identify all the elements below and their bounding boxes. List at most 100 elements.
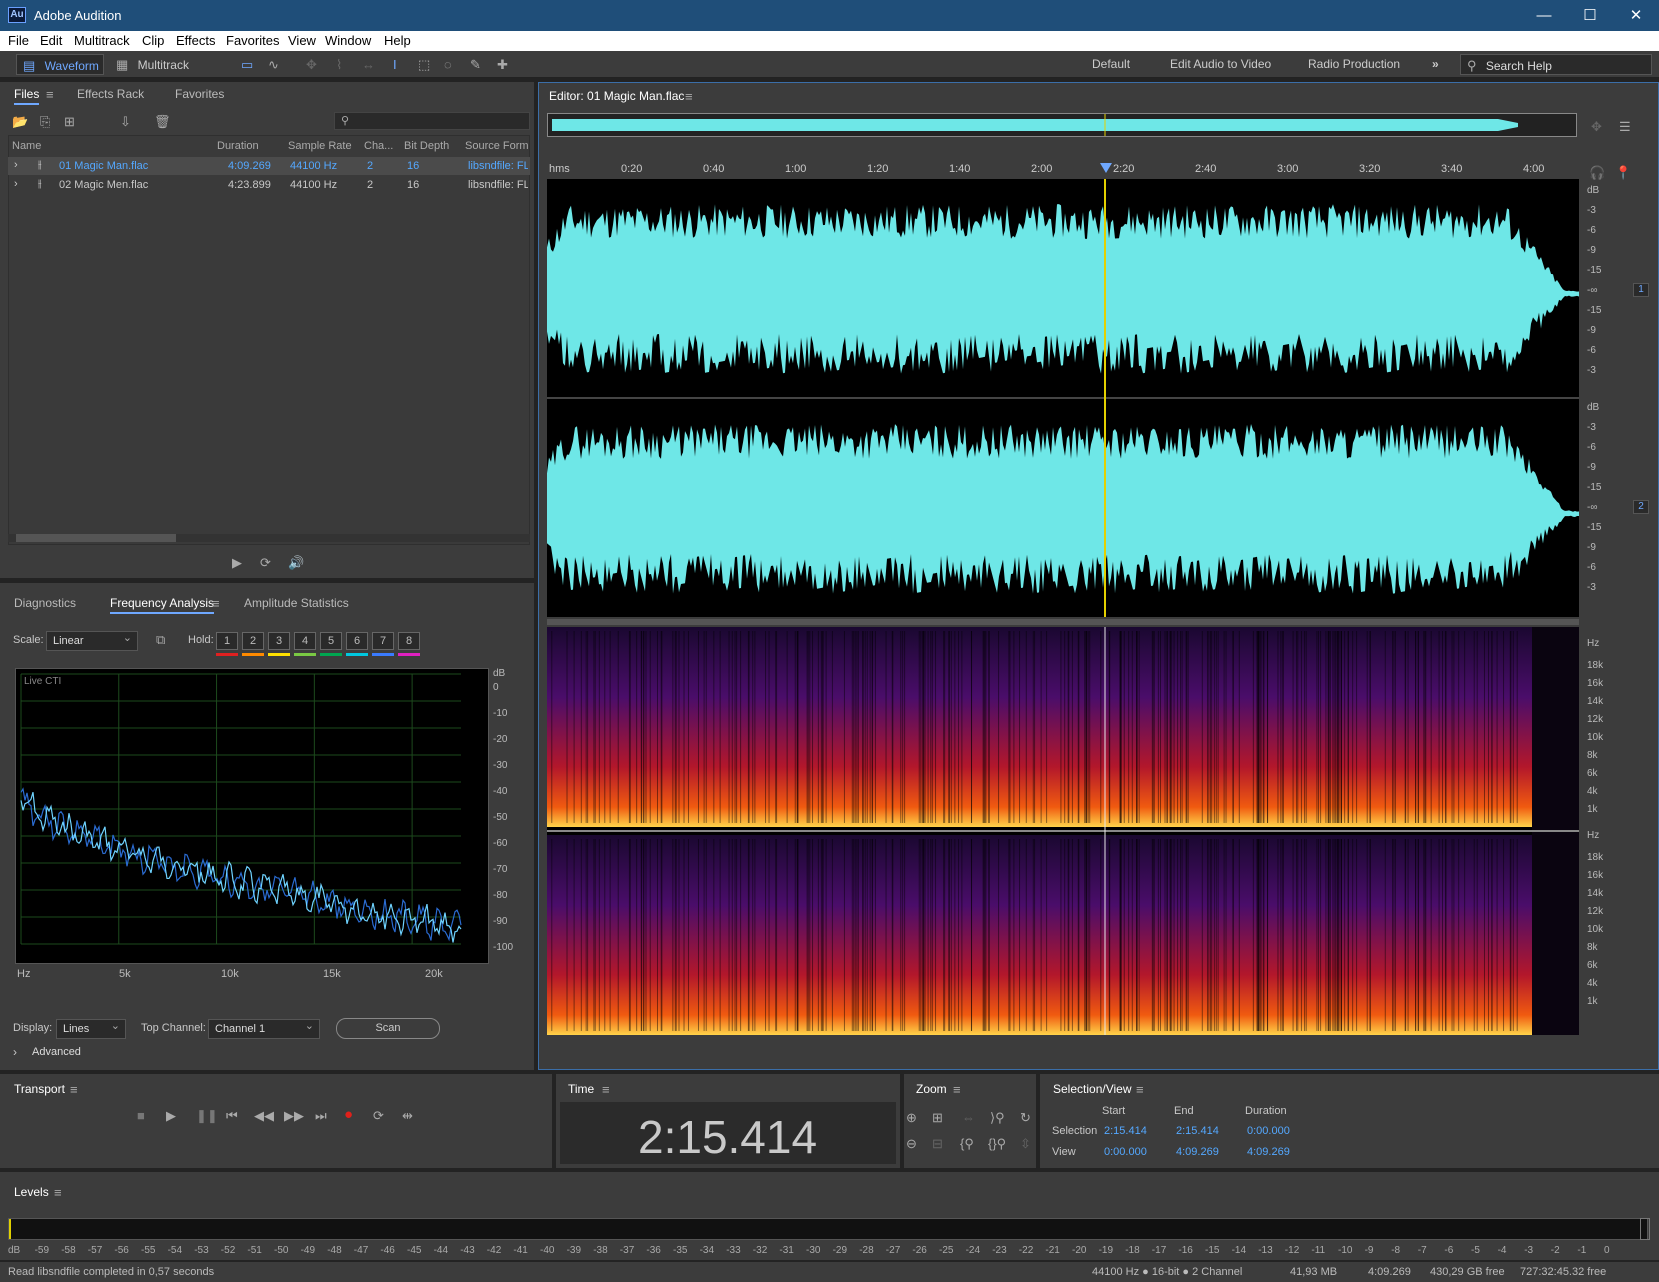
skip-to-end-icon[interactable]: ⏭ — [315, 1108, 327, 1124]
spectral-display-icon[interactable]: ▭ — [241, 54, 253, 75]
waveform-display[interactable] — [547, 179, 1579, 617]
file-name[interactable]: 02 Magic Men.flac — [59, 179, 148, 191]
expand-icon[interactable]: › — [14, 159, 18, 171]
hold-button[interactable]: 7 — [372, 632, 394, 650]
tab-files[interactable]: Files — [14, 87, 40, 105]
time-ruler[interactable]: hms 0:20 0:40 1:00 1:20 1:40 2:00 2:20 2:40 3:00 3… — [549, 163, 1579, 179]
menu-effects[interactable]: Effects — [176, 33, 216, 48]
horizontal-scrollbar[interactable] — [8, 534, 530, 542]
zoom-in-point-icon[interactable]: ⇔ — [962, 1110, 975, 1125]
expand-icon[interactable]: › — [14, 178, 18, 190]
zoom-reset-icon[interactable]: ↻ — [1020, 1110, 1031, 1126]
tab-frequency-analysis[interactable]: Frequency Analysis — [110, 596, 215, 614]
panel-menu-icon[interactable]: ≡ — [602, 1082, 610, 1097]
skip-to-start-icon[interactable]: ⏮ — [226, 1108, 238, 1124]
menu-help[interactable]: Help — [384, 33, 411, 48]
zoom-out-time-icon[interactable]: ⊟ — [932, 1136, 943, 1152]
autoplay-icon[interactable]: 🔊 — [288, 555, 304, 571]
display-splitter[interactable] — [547, 619, 1579, 625]
time-selection-tool-icon[interactable]: I — [393, 54, 397, 75]
loop-icon[interactable]: ⟳ — [260, 555, 271, 571]
brush-tool-icon[interactable]: ✎ — [470, 54, 481, 75]
close-button[interactable]: ✕ — [1613, 0, 1659, 31]
col-source-format[interactable]: Source Forma — [465, 140, 529, 152]
scrollbar-thumb[interactable] — [16, 534, 176, 542]
multitrack-view-button[interactable]: ▦ Multitrack — [112, 54, 196, 75]
skip-selection-icon[interactable]: ⇹ — [402, 1108, 413, 1124]
col-name[interactable]: Name — [12, 140, 41, 152]
channel-badge[interactable]: 2 — [1633, 500, 1649, 514]
menu-multitrack[interactable]: Multitrack — [74, 33, 130, 48]
hold-button[interactable]: 4 — [294, 632, 316, 650]
loop-playback-icon[interactable]: ⟳ — [373, 1108, 384, 1124]
view-start[interactable]: 0:00.000 — [1104, 1146, 1147, 1158]
workspace-default[interactable]: Default — [1092, 54, 1130, 75]
menu-file[interactable]: File — [8, 33, 29, 48]
panel-menu-icon[interactable]: ≡ — [212, 596, 220, 611]
zoom-in-amplitude-icon[interactable]: ⊕ — [906, 1110, 917, 1126]
view-end[interactable]: 4:09.269 — [1176, 1146, 1219, 1158]
channel-badge[interactable]: 1 — [1633, 283, 1649, 297]
overview-navigator[interactable] — [547, 113, 1577, 137]
delete-icon[interactable]: 🗑 — [154, 114, 171, 130]
pitch-display-icon[interactable]: ∿ — [268, 54, 279, 75]
col-bit-depth[interactable]: Bit Depth — [404, 140, 449, 152]
zoom-selection-icon[interactable]: ⟩⚲ — [990, 1110, 1005, 1126]
maximize-button[interactable]: ☐ — [1567, 0, 1613, 31]
zoom-in-icon[interactable]: ✥ — [1591, 119, 1602, 135]
hold-button[interactable]: 5 — [320, 632, 342, 650]
advanced-toggle[interactable]: Advanced — [32, 1046, 81, 1058]
menu-view[interactable]: View — [288, 33, 316, 48]
menu-edit[interactable]: Edit — [40, 33, 62, 48]
import-icon[interactable]: ⎘ — [40, 114, 50, 130]
panel-menu-icon[interactable]: ≡ — [1136, 1082, 1144, 1097]
selection-end[interactable]: 2:15.414 — [1176, 1125, 1219, 1137]
hold-button[interactable]: 6 — [346, 632, 368, 650]
view-duration[interactable]: 4:09.269 — [1247, 1146, 1290, 1158]
hold-button[interactable]: 8 — [398, 632, 420, 650]
file-name[interactable]: 01 Magic Man.flac — [59, 160, 148, 172]
hold-button[interactable]: 1 — [216, 632, 238, 650]
menu-clip[interactable]: Clip — [142, 33, 164, 48]
copy-icon[interactable]: ⧉ — [156, 632, 165, 648]
minimize-button[interactable]: — — [1521, 0, 1567, 31]
razor-tool-icon[interactable]: ⌇ — [336, 54, 342, 75]
more-workspaces-icon[interactable]: » — [1432, 54, 1439, 75]
slip-tool-icon[interactable]: ↔ — [362, 54, 375, 75]
rewind-icon[interactable]: ◀◀ — [254, 1108, 274, 1124]
playhead-marker[interactable] — [1100, 163, 1112, 173]
new-file-icon[interactable]: ⊞ — [64, 114, 75, 130]
top-channel-select[interactable]: Channel 1 — [208, 1017, 320, 1039]
clip-indicator[interactable] — [1640, 1218, 1650, 1240]
search-help-box[interactable]: ⚲ Search Help — [1460, 54, 1652, 75]
open-file-icon[interactable]: 📂 — [12, 114, 28, 130]
record-icon[interactable]: ● — [344, 1106, 353, 1123]
pause-icon[interactable]: ❚❚ — [196, 1108, 218, 1124]
tab-effects-rack[interactable]: Effects Rack — [77, 87, 144, 101]
spot-healing-icon[interactable]: ✚ — [497, 54, 508, 75]
zoom-fit-icon[interactable]: ⇳ — [1020, 1136, 1031, 1152]
hold-button[interactable]: 3 — [268, 632, 290, 650]
search-help-input[interactable]: Search Help — [1486, 59, 1552, 73]
menu-window[interactable]: Window — [325, 33, 371, 48]
insert-icon[interactable]: ⇩ — [120, 114, 131, 130]
panel-menu-icon[interactable]: ≡ — [70, 1082, 78, 1097]
col-channels[interactable]: Cha... — [364, 140, 393, 152]
spectral-display[interactable] — [547, 627, 1579, 1035]
panel-menu-icon[interactable]: ≡ — [685, 89, 693, 104]
stop-icon[interactable]: ■ — [137, 1108, 145, 1123]
tab-diagnostics[interactable]: Diagnostics — [14, 596, 76, 610]
hold-button[interactable]: 2 — [242, 632, 264, 650]
zoom-out-amplitude-icon[interactable]: ⊖ — [906, 1136, 917, 1152]
zoom-in-time-icon[interactable]: ⊞ — [932, 1110, 943, 1126]
workspace-radio-production[interactable]: Radio Production — [1308, 54, 1400, 75]
scale-select[interactable]: Linear — [46, 629, 138, 651]
display-select[interactable]: Lines — [56, 1017, 126, 1039]
zoom-out-full-icon[interactable]: {}⚲ — [988, 1136, 1006, 1152]
menu-favorites[interactable]: Favorites — [226, 33, 279, 48]
scan-button[interactable]: Scan — [336, 1018, 440, 1039]
files-search-input[interactable]: ⚲ — [334, 112, 530, 130]
col-sample-rate[interactable]: Sample Rate — [288, 140, 352, 152]
waveform-view-button[interactable]: ▤ Waveform — [16, 54, 104, 75]
display-options-icon[interactable]: ☰ — [1619, 119, 1631, 135]
